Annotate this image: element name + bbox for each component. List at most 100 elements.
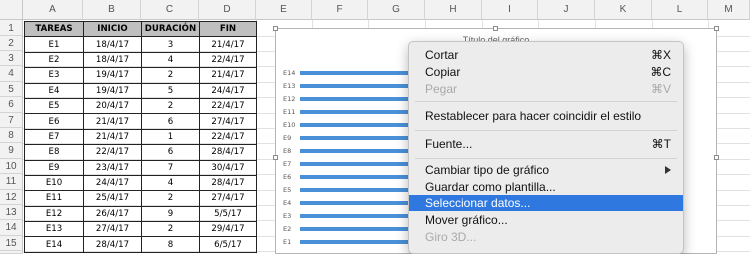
cell[interactable]: 19/4/17: [83, 82, 142, 99]
row-header[interactable]: 1: [0, 20, 23, 36]
cell[interactable]: E2: [24, 51, 84, 69]
column-header-j[interactable]: J: [538, 0, 595, 20]
cell[interactable]: 27/4/17: [83, 221, 142, 238]
cell[interactable]: 6: [141, 113, 200, 130]
resize-handle[interactable]: [273, 155, 278, 160]
cell[interactable]: 30/4/17: [199, 159, 257, 176]
menu-item-copiar[interactable]: Copiar ⌘C: [409, 64, 683, 80]
menu-item-fuente[interactable]: Fuente... ⌘T: [409, 136, 683, 152]
cell[interactable]: 6/5/17: [199, 236, 257, 253]
chart-bar[interactable]: [300, 71, 408, 75]
cell[interactable]: E13: [24, 221, 84, 238]
cell[interactable]: 5: [141, 82, 200, 99]
row-header[interactable]: 2: [0, 36, 23, 51]
cell[interactable]: E12: [24, 205, 84, 223]
row-header[interactable]: 15: [0, 236, 23, 251]
cell[interactable]: 28/4/17: [83, 236, 142, 253]
cell[interactable]: 2: [141, 97, 200, 115]
cell[interactable]: 7: [141, 159, 200, 176]
row-header[interactable]: 7: [0, 113, 23, 128]
chart-bar[interactable]: [300, 188, 408, 192]
row-header[interactable]: 6: [0, 97, 23, 113]
row-header[interactable]: 9: [0, 143, 23, 159]
cell[interactable]: 22/4/17: [199, 51, 257, 69]
column-header-l[interactable]: L: [652, 0, 708, 20]
menu-item-restablecer-estilo[interactable]: Restablecer para hacer coincidir el esti…: [409, 108, 683, 124]
column-header-g[interactable]: G: [368, 0, 425, 20]
cell[interactable]: 21/4/17: [83, 128, 142, 146]
cell[interactable]: 2: [141, 221, 200, 238]
cell[interactable]: 26/4/17: [83, 205, 142, 223]
cell[interactable]: 22/4/17: [83, 144, 142, 161]
chart-bar[interactable]: [300, 227, 408, 231]
chart-bar[interactable]: [300, 214, 408, 218]
cell[interactable]: 25/4/17: [83, 190, 142, 207]
cell[interactable]: 21/4/17: [199, 67, 257, 84]
cell[interactable]: 6: [141, 144, 200, 161]
cell[interactable]: 27/4/17: [199, 113, 257, 130]
column-header-f[interactable]: F: [312, 0, 368, 20]
cell[interactable]: 5/5/17: [199, 205, 257, 223]
menu-item-seleccionar-datos[interactable]: Seleccionar datos...: [409, 195, 683, 211]
cell[interactable]: 28/4/17: [199, 144, 257, 161]
row-header[interactable]: 4: [0, 66, 23, 82]
cell[interactable]: 1: [141, 128, 200, 146]
header-cell-duracion[interactable]: DURACIÓN: [141, 20, 200, 38]
cell[interactable]: 4: [141, 51, 200, 69]
column-header-h[interactable]: H: [425, 0, 482, 20]
row-header[interactable]: 5: [0, 82, 23, 97]
cell[interactable]: 27/4/17: [199, 190, 257, 207]
cell[interactable]: 22/4/17: [199, 128, 257, 146]
cell[interactable]: E10: [24, 174, 84, 192]
cell[interactable]: 24/4/17: [199, 82, 257, 99]
cell[interactable]: 2: [141, 67, 200, 84]
column-header-k[interactable]: K: [595, 0, 652, 20]
chart-bar[interactable]: [300, 110, 408, 114]
chart-bar[interactable]: [300, 162, 408, 166]
resize-handle[interactable]: [714, 26, 719, 31]
select-all-corner[interactable]: [0, 0, 23, 20]
resize-handle[interactable]: [273, 26, 278, 31]
cell[interactable]: 20/4/17: [83, 97, 142, 115]
chart-bar[interactable]: [300, 149, 408, 153]
cell[interactable]: 18/4/17: [83, 36, 142, 53]
chart-bar[interactable]: [300, 97, 408, 101]
cell[interactable]: E14: [24, 236, 84, 253]
cell[interactable]: E9: [24, 159, 84, 176]
cell[interactable]: 23/4/17: [83, 159, 142, 176]
chart-bar[interactable]: [300, 123, 408, 127]
menu-item-mover-grafico[interactable]: Mover gráfico...: [409, 212, 683, 228]
cell[interactable]: E6: [24, 113, 84, 130]
column-header-i[interactable]: I: [482, 0, 538, 20]
row-header[interactable]: 13: [0, 205, 23, 220]
cell[interactable]: 19/4/17: [83, 67, 142, 84]
cell[interactable]: 21/4/17: [83, 113, 142, 130]
cell[interactable]: E4: [24, 82, 84, 99]
header-cell-tareas[interactable]: TAREAS: [24, 20, 84, 38]
cell[interactable]: 8: [141, 236, 200, 253]
cell[interactable]: E5: [24, 97, 84, 115]
chart-bar[interactable]: [300, 136, 408, 140]
menu-item-cortar[interactable]: Cortar ⌘X: [409, 47, 683, 63]
cell[interactable]: 2: [141, 190, 200, 207]
cell[interactable]: E1: [24, 36, 84, 53]
row-header[interactable]: 14: [0, 220, 23, 236]
cell[interactable]: 28/4/17: [199, 174, 257, 192]
cell[interactable]: 21/4/17: [199, 36, 257, 53]
cell[interactable]: E7: [24, 128, 84, 146]
column-header-d[interactable]: D: [199, 0, 256, 20]
resize-handle[interactable]: [493, 26, 498, 31]
cell[interactable]: E11: [24, 190, 84, 207]
cell[interactable]: 24/4/17: [83, 174, 142, 192]
column-header-b[interactable]: B: [83, 0, 141, 20]
cell[interactable]: 4: [141, 174, 200, 192]
row-header[interactable]: 11: [0, 174, 23, 190]
chart-bar[interactable]: [300, 240, 408, 244]
chart-bar[interactable]: [300, 84, 408, 88]
menu-item-guardar-plantilla[interactable]: Guardar como plantilla...: [409, 179, 683, 195]
column-header-a[interactable]: A: [23, 0, 83, 20]
column-header-c[interactable]: C: [141, 0, 199, 20]
chart-bar[interactable]: [300, 175, 408, 179]
cell[interactable]: 29/4/17: [199, 221, 257, 238]
cell[interactable]: 3: [141, 36, 200, 53]
